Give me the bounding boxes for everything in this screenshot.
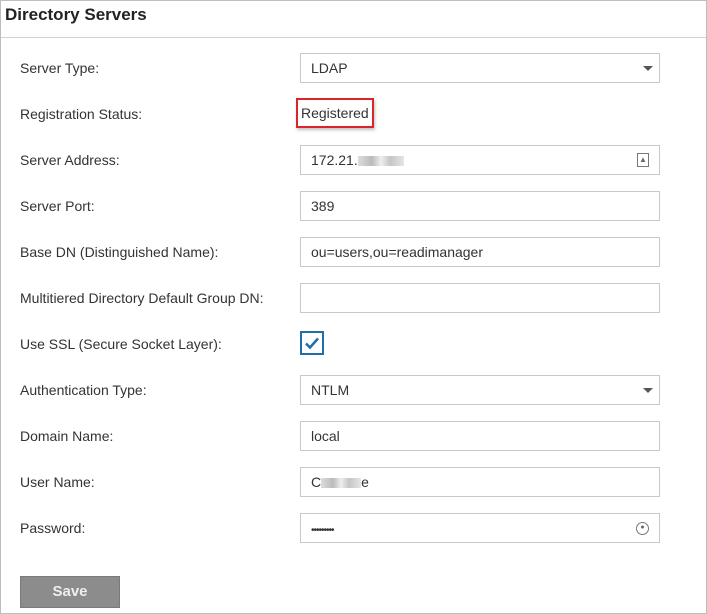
domain-name-label: Domain Name:: [20, 428, 114, 444]
password-key-icon[interactable]: ●: [636, 522, 649, 535]
authentication-type-row: Authentication Type: NTLM: [0, 375, 707, 405]
chevron-down-icon: [643, 66, 653, 71]
user-name-value-start: C: [311, 474, 322, 490]
server-type-row: Server Type: LDAP: [0, 53, 707, 83]
page-title: Directory Servers: [5, 5, 147, 24]
server-port-input[interactable]: 389: [300, 191, 660, 221]
password-value: •••••••••: [311, 525, 334, 536]
default-group-dn-input[interactable]: [300, 283, 660, 313]
server-type-value: LDAP: [311, 60, 348, 76]
user-name-value-end: e: [361, 474, 369, 490]
base-dn-row: Base DN (Distinguished Name): ou=users,o…: [0, 237, 707, 267]
use-ssl-checkbox[interactable]: [300, 331, 324, 355]
password-label: Password:: [20, 520, 86, 536]
checkmark-icon: [305, 337, 319, 350]
user-name-label: User Name:: [20, 474, 95, 490]
authentication-type-label: Authentication Type:: [20, 382, 147, 398]
registration-status-value: Registered: [296, 98, 374, 128]
registration-status-row: Registration Status: Registered: [0, 98, 707, 129]
server-type-select[interactable]: LDAP: [300, 53, 660, 83]
redacted-text: [357, 156, 404, 167]
server-address-row: Server Address: 172.21. ▲: [0, 145, 707, 175]
use-ssl-row: Use SSL (Secure Socket Layer):: [0, 329, 707, 359]
user-name-input[interactable]: Ce: [300, 467, 660, 497]
authentication-type-select[interactable]: NTLM: [300, 375, 660, 405]
server-address-input[interactable]: 172.21. ▲: [300, 145, 660, 175]
base-dn-input[interactable]: ou=users,ou=readimanager: [300, 237, 660, 267]
password-input[interactable]: ••••••••• ●: [300, 513, 660, 543]
server-address-label: Server Address:: [20, 152, 120, 168]
password-row: Password: ••••••••• ●: [0, 513, 707, 543]
registration-status-label: Registration Status:: [20, 106, 143, 122]
redacted-text: [321, 478, 362, 489]
chevron-down-icon: [643, 388, 653, 393]
server-port-label: Server Port:: [20, 198, 95, 214]
domain-name-input[interactable]: local: [300, 421, 660, 451]
server-port-row: Server Port: 389: [0, 191, 707, 221]
use-ssl-label: Use SSL (Secure Socket Layer):: [20, 336, 222, 352]
default-group-dn-row: Multitiered Directory Default Group DN:: [0, 283, 707, 313]
server-type-label: Server Type:: [20, 60, 100, 76]
save-button[interactable]: Save: [20, 576, 120, 608]
authentication-type-value: NTLM: [311, 382, 350, 398]
base-dn-label: Base DN (Distinguished Name):: [20, 244, 219, 260]
user-name-row: User Name: Ce: [0, 467, 707, 497]
domain-name-row: Domain Name: local: [0, 421, 707, 451]
divider: [1, 37, 706, 38]
contact-card-icon[interactable]: ▲: [637, 153, 649, 167]
default-group-dn-label: Multitiered Directory Default Group DN:: [20, 290, 264, 306]
server-address-value: 172.21.: [311, 152, 358, 168]
